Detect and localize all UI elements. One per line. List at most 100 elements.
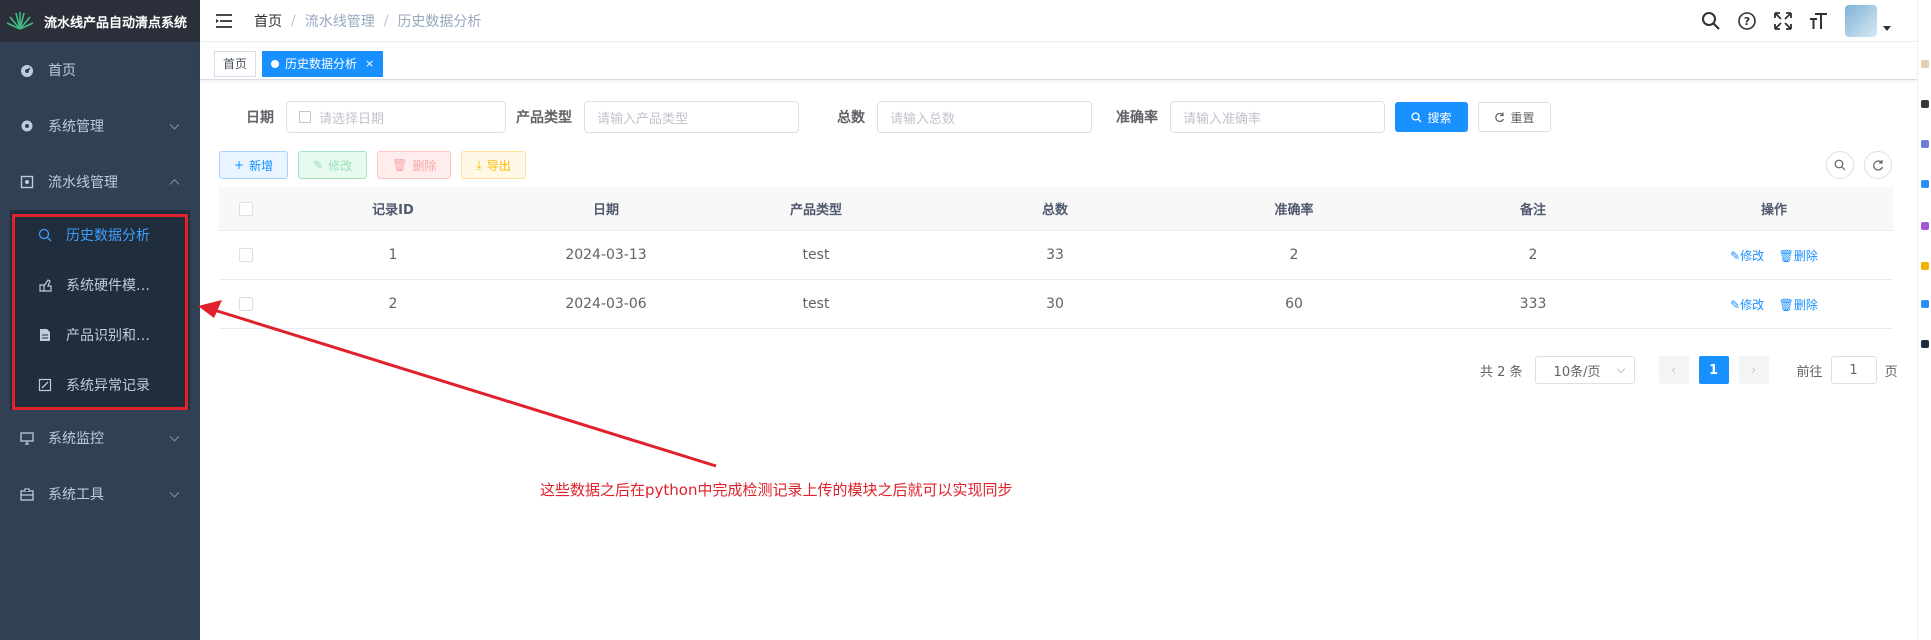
table-cell: 1 xyxy=(388,247,398,263)
row-checkbox-cell xyxy=(219,297,273,311)
row-delete-link[interactable]: 🗑删除 xyxy=(1779,249,1818,263)
sidebar-item-recognition[interactable]: 产品识别和… xyxy=(10,310,190,360)
tag-label: 历史数据分析 xyxy=(285,56,358,71)
page-number-button[interactable]: 1 xyxy=(1698,356,1729,384)
sidebar-item-hardware[interactable]: 系统硬件模… xyxy=(10,260,190,310)
total-label: 总数 xyxy=(837,110,865,126)
sidebar-item-label: 系统异常记录 xyxy=(66,378,150,394)
sidebar-item-exceptions[interactable]: 系统异常记录 xyxy=(10,360,190,410)
type-placeholder: 请输入产品类型 xyxy=(597,111,689,127)
page-suffix: 页 xyxy=(1884,364,1898,380)
sidebar: 流水线产品自动清点系统 首页 系统管理 流水线管理 历史数据分析 系统硬件模… xyxy=(0,0,200,640)
accuracy-placeholder: 请输入准确率 xyxy=(1183,111,1262,127)
column-header: 准确率 xyxy=(1274,203,1314,218)
reset-button-label: 重置 xyxy=(1510,110,1535,125)
delete-button[interactable]: 🗑 删除 xyxy=(377,151,452,179)
type-input[interactable]: 请输入产品类型 xyxy=(584,101,799,133)
search-icon[interactable] xyxy=(1701,11,1721,31)
table-cell: 33 xyxy=(1046,247,1064,263)
header-checkbox-cell xyxy=(219,201,273,216)
extension-icon[interactable] xyxy=(1921,60,1929,68)
chevron-up-icon xyxy=(169,179,180,190)
app-root: 流水线产品自动清点系统 首页 系统管理 流水线管理 历史数据分析 系统硬件模… xyxy=(0,0,1931,640)
select-all-checkbox[interactable] xyxy=(239,201,253,216)
pipeline-submenu: 历史数据分析 系统硬件模… 产品识别和… 系统异常记录 xyxy=(10,210,190,410)
sidebar-item-label: 系统管理 xyxy=(48,119,104,135)
extension-icon[interactable] xyxy=(1921,180,1929,188)
font-size-icon[interactable] xyxy=(1809,11,1829,31)
row-edit-link[interactable]: ✎修改 xyxy=(1730,249,1764,263)
sidebar-item-system[interactable]: 系统管理 xyxy=(0,98,200,154)
table-row[interactable]: 1 2024-03-13 test 33 2 2 ✎修改 🗑删除 xyxy=(219,231,1893,280)
sidebar-item-monitor[interactable]: 系统监控 xyxy=(0,410,200,466)
sidebar-item-home[interactable]: 首页 xyxy=(0,42,200,98)
extension-icon[interactable] xyxy=(1921,100,1929,108)
column-header: 操作 xyxy=(1760,203,1787,218)
row-edit-link[interactable]: ✎修改 xyxy=(1730,298,1764,312)
dashboard-icon xyxy=(21,65,33,77)
edit-icon xyxy=(38,378,52,392)
next-page-button[interactable]: › xyxy=(1738,356,1769,384)
fullscreen-icon[interactable] xyxy=(1773,11,1793,31)
extension-icon[interactable] xyxy=(1921,222,1929,230)
prev-page-button[interactable]: ‹ xyxy=(1658,356,1689,384)
logo[interactable]: 流水线产品自动清点系统 xyxy=(0,0,200,42)
table-header: 记录ID 日期 产品类型 总数 准确率 备注 操作 xyxy=(219,187,1893,231)
table-cell: 2 xyxy=(1528,247,1538,263)
row-delete-label: 删除 xyxy=(1793,297,1818,312)
navbar: 首页 / 流水线管理 / 历史数据分析 ? xyxy=(200,0,1931,42)
operation-cell: ✎修改 🗑删除 xyxy=(1655,247,1893,264)
page-jump: 前往 1 页 xyxy=(1797,356,1898,384)
column-header: 总数 xyxy=(1041,203,1068,218)
sidebar-item-label: 产品识别和… xyxy=(66,328,150,344)
accuracy-label: 准确率 xyxy=(1116,110,1158,126)
sidebar-item-history-analysis[interactable]: 历史数据分析 xyxy=(10,210,190,260)
sidebar-item-tools[interactable]: 系统工具 xyxy=(0,466,200,522)
help-icon[interactable]: ? xyxy=(1737,11,1757,31)
sidebar-item-label: 系统监控 xyxy=(48,431,104,447)
chevron-down-icon xyxy=(169,431,180,442)
date-placeholder: 请选择日期 xyxy=(319,111,385,127)
hamburger-icon[interactable] xyxy=(214,11,234,31)
extension-icon[interactable] xyxy=(1921,300,1929,308)
reset-button[interactable]: 重置 xyxy=(1478,102,1551,132)
navbar-right: ? xyxy=(1701,0,1891,42)
toggle-search-button[interactable] xyxy=(1826,151,1854,179)
sidebar-item-pipeline[interactable]: 流水线管理 xyxy=(0,154,200,210)
column-header: 记录ID xyxy=(372,203,414,218)
refresh-table-button[interactable] xyxy=(1864,151,1892,179)
breadcrumb-home[interactable]: 首页 xyxy=(254,11,282,31)
table-cell: test xyxy=(802,247,830,263)
data-table: 记录ID 日期 产品类型 总数 准确率 备注 操作 1 2024-03-13 t… xyxy=(219,187,1893,329)
extension-icon[interactable] xyxy=(1921,262,1929,270)
date-label: 日期 xyxy=(246,110,274,126)
action-toolbar: + 新增 ✎ 修改 🗑 删除 ⤓ 导出 xyxy=(219,151,526,179)
total-placeholder: 请输入总数 xyxy=(890,111,956,127)
chevron-down-icon xyxy=(169,119,180,130)
row-delete-link[interactable]: 🗑删除 xyxy=(1779,298,1818,312)
column-header: 日期 xyxy=(592,203,619,218)
toolbox-icon xyxy=(20,488,34,501)
search-button[interactable]: 搜索 xyxy=(1395,102,1468,132)
page-size-select[interactable]: 10条/页 xyxy=(1534,356,1635,384)
date-picker[interactable]: 请选择日期 xyxy=(286,101,506,133)
edit-button[interactable]: ✎ 修改 xyxy=(298,151,368,179)
close-icon[interactable]: × xyxy=(365,52,374,76)
add-button[interactable]: + 新增 xyxy=(219,151,289,179)
logo-icon xyxy=(6,12,34,30)
table-cell: 2024-03-06 xyxy=(565,296,647,312)
accuracy-input[interactable]: 请输入准确率 xyxy=(1170,101,1385,133)
user-avatar-dropdown[interactable] xyxy=(1845,5,1891,37)
total-input[interactable]: 请输入总数 xyxy=(877,101,1092,133)
goto-page-input[interactable]: 1 xyxy=(1830,356,1877,384)
extension-icon[interactable] xyxy=(1921,140,1929,148)
row-checkbox[interactable] xyxy=(239,248,253,262)
extension-icon[interactable] xyxy=(1921,340,1929,348)
tag-current[interactable]: 历史数据分析 × xyxy=(262,50,384,77)
table-row[interactable]: 2 2024-03-06 test 30 60 333 ✎修改 🗑删除 xyxy=(219,280,1893,329)
refresh-icon xyxy=(1495,112,1505,122)
row-checkbox[interactable] xyxy=(239,297,253,311)
export-button[interactable]: ⤓ 导出 xyxy=(461,151,526,179)
table-cell: 2 xyxy=(1289,247,1299,263)
tag-home[interactable]: 首页 xyxy=(214,50,257,77)
